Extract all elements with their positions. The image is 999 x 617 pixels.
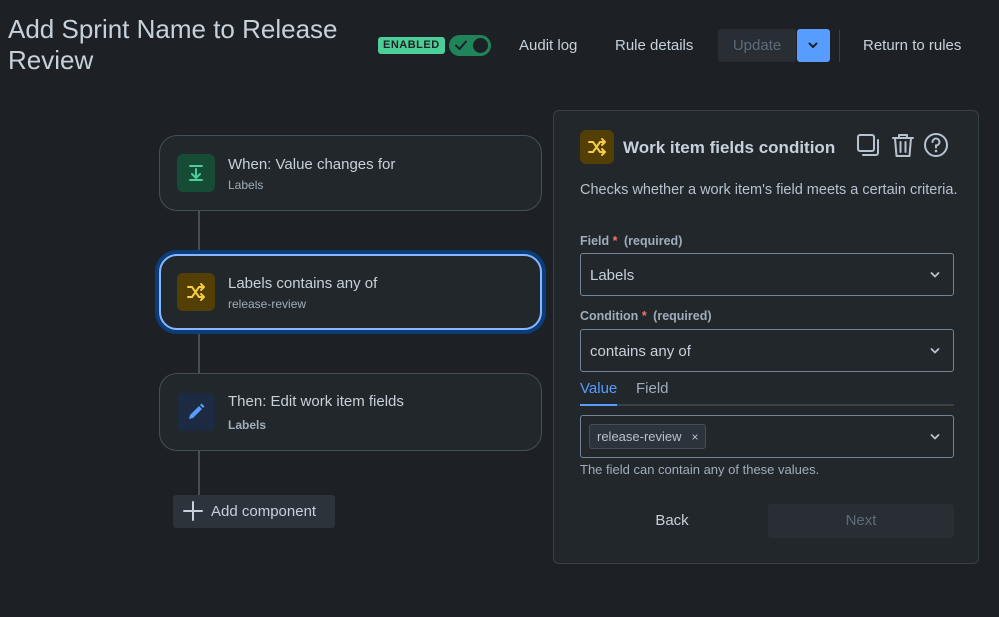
component-subtitle: Labels: [228, 418, 267, 432]
helper-text: The field can contain any of these value…: [580, 462, 820, 477]
required-mark: *: [641, 309, 647, 323]
return-to-rules-button[interactable]: Return to rules: [863, 37, 961, 54]
chevron-down-icon: [808, 42, 818, 48]
field-label-text: Field: [580, 234, 610, 248]
download-arrow-icon: [189, 165, 203, 181]
back-button[interactable]: Back: [580, 504, 764, 538]
header-divider: [839, 30, 840, 62]
action-component-card[interactable]: Then: Edit work item fields Labels: [159, 373, 542, 451]
field-select[interactable]: Labels: [580, 253, 954, 296]
trigger-icon-tile: [177, 154, 215, 192]
plus-icon: [183, 501, 203, 521]
pencil-icon: [189, 403, 205, 419]
panel-title: Work item fields condition: [623, 138, 836, 157]
value-multiselect[interactable]: release-review ×: [580, 415, 954, 458]
help-icon[interactable]: [923, 132, 949, 158]
chevron-down-icon: [930, 348, 940, 354]
value-chip: release-review ×: [589, 424, 706, 449]
condition-select[interactable]: contains any of: [580, 329, 954, 372]
condition-icon-tile: [177, 273, 215, 311]
condition-component-card[interactable]: Labels contains any of release-review: [159, 254, 542, 330]
action-icon-tile: [177, 393, 215, 431]
flow-connector: [198, 210, 200, 254]
check-icon: [455, 40, 467, 50]
component-title: Then: Edit work item fields: [228, 393, 404, 410]
trash-icon[interactable]: [890, 132, 916, 158]
flow-connector: [198, 451, 200, 495]
tab-value[interactable]: Value: [580, 380, 618, 406]
audit-log-button[interactable]: Audit log: [519, 37, 577, 54]
condition-select-value: contains any of: [590, 343, 691, 360]
toggle-knob: [473, 38, 488, 53]
chevron-down-icon: [930, 434, 940, 440]
update-dropdown-button[interactable]: [797, 29, 830, 62]
next-button[interactable]: Next: [768, 504, 954, 538]
shuffle-icon: [588, 138, 606, 156]
update-button[interactable]: Update: [718, 29, 796, 62]
condition-label: Condition * (required): [580, 309, 712, 323]
component-subtitle: Labels: [228, 178, 264, 192]
required-text: (required): [624, 234, 683, 248]
chevron-down-icon: [930, 272, 940, 278]
value-chip-label: release-review: [597, 429, 682, 444]
rule-details-button[interactable]: Rule details: [615, 37, 693, 54]
shuffle-icon: [187, 283, 205, 301]
add-component-button[interactable]: Add component: [173, 495, 335, 528]
rule-enabled-toggle[interactable]: [449, 35, 491, 56]
condition-label-text: Condition: [580, 309, 639, 323]
required-text: (required): [653, 309, 712, 323]
panel-description: Checks whether a work item's field meets…: [580, 182, 958, 198]
flow-connector: [198, 330, 200, 373]
tab-field[interactable]: Field: [636, 380, 669, 397]
status-badge: ENABLED: [378, 37, 445, 54]
rule-title: Add Sprint Name to Release Review: [8, 14, 338, 75]
field-label: Field * (required): [580, 234, 682, 248]
component-title: When: Value changes for: [228, 156, 396, 173]
add-component-label: Add component: [211, 503, 317, 520]
value-field-tabs: Value Field: [580, 380, 954, 406]
component-config-panel: Work item fields condition Checks whethe…: [553, 110, 979, 564]
panel-icon-tile: [580, 130, 614, 164]
component-subtitle: release-review: [228, 297, 307, 311]
component-title: Labels contains any of: [228, 275, 378, 292]
copy-icon[interactable]: [855, 132, 881, 158]
trigger-component-card[interactable]: When: Value changes for Labels: [159, 135, 542, 211]
required-mark: *: [612, 234, 618, 248]
tabs-underline: [580, 404, 954, 406]
field-select-value: Labels: [590, 267, 635, 284]
remove-chip-icon[interactable]: ×: [692, 430, 699, 444]
